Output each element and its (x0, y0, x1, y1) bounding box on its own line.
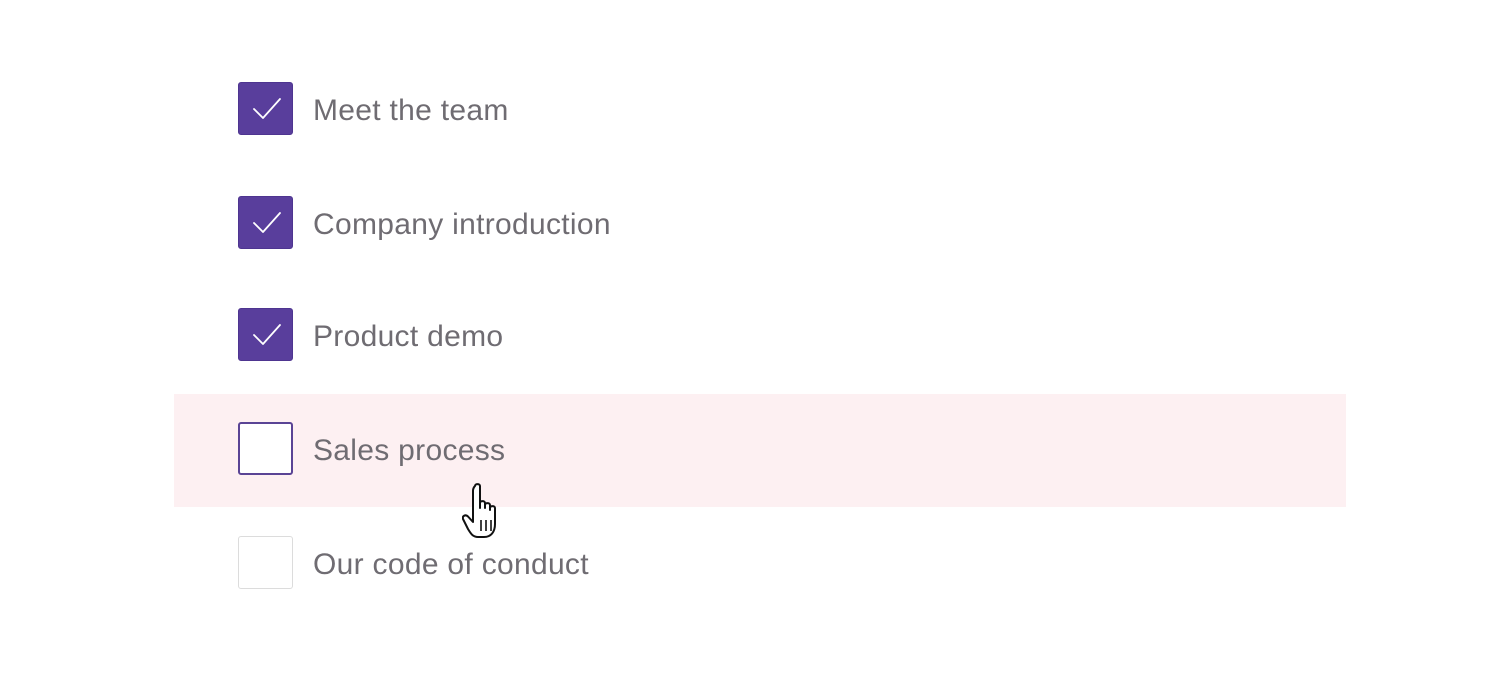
checkbox-checked[interactable] (238, 196, 293, 249)
checkbox-unchecked[interactable] (238, 422, 293, 475)
checklist-item-company-introduction[interactable]: Company introduction (174, 168, 1346, 281)
checkmark-icon (253, 212, 281, 233)
checklist-item-label: Meet the team (313, 94, 509, 127)
checklist-item-label: Company introduction (313, 208, 611, 241)
checkbox-checked[interactable] (238, 308, 293, 361)
checkmark-icon (253, 98, 281, 119)
checklist-item-label: Product demo (313, 320, 504, 353)
checkbox-unchecked[interactable] (238, 536, 293, 589)
hand-pointer-cursor-icon (462, 483, 496, 538)
checkbox-checked[interactable] (238, 82, 293, 135)
checklist-item-label: Our code of conduct (313, 548, 589, 581)
checklist-item-code-of-conduct[interactable]: Our code of conduct (174, 508, 1346, 621)
checklist-item-meet-the-team[interactable]: Meet the team (174, 54, 1346, 167)
onboarding-checklist: Meet the team Company introduction Produ… (0, 0, 1500, 678)
checkmark-icon (253, 324, 281, 345)
checklist-item-product-demo[interactable]: Product demo (174, 280, 1346, 393)
checklist-item-sales-process[interactable]: Sales process (174, 394, 1346, 507)
